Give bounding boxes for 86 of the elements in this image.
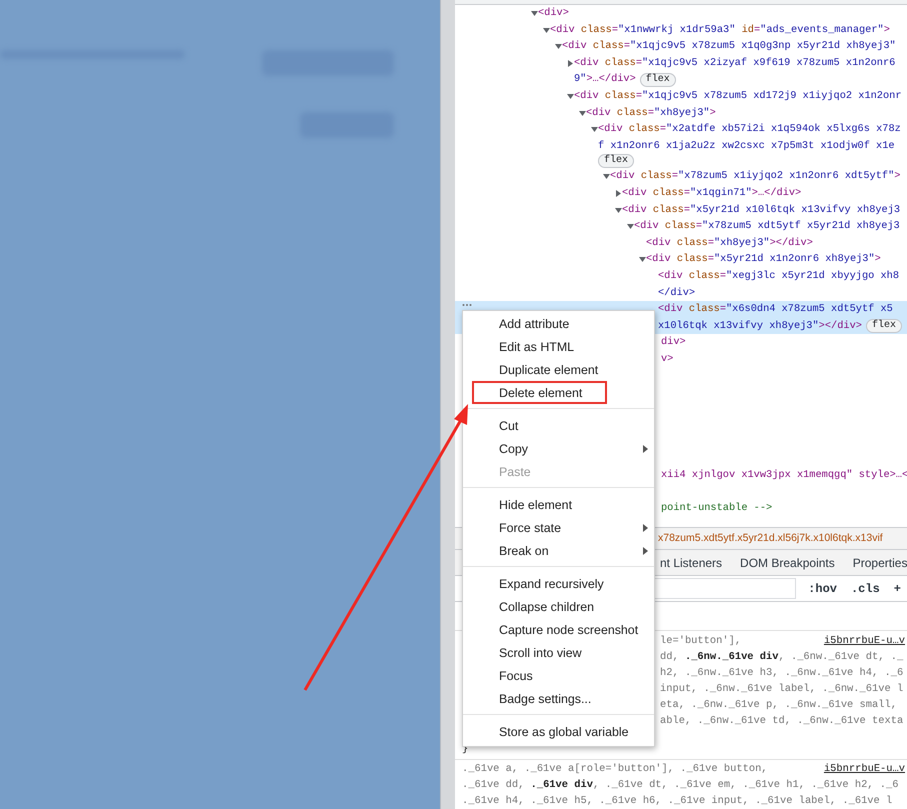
expanded-arrow-icon[interactable] xyxy=(543,26,550,34)
source-link[interactable]: i5bnrrbuE-u…v xyxy=(824,633,905,649)
panel-tab[interactable]: nt Listeners xyxy=(660,552,722,574)
expanded-arrow-icon[interactable] xyxy=(567,92,574,100)
submenu-arrow-icon xyxy=(643,444,648,452)
dom-node[interactable]: <div class="xegj3lc x5yr21d xbyyjgo xh8 </div> xyxy=(455,268,907,302)
submenu-arrow-icon xyxy=(643,546,648,554)
dom-line: x10l6tqk x13vifvy xh8yej3"></div> xyxy=(658,318,862,334)
css-selector-line: ._61ve a, ._61ve a[role='button'], ._61ve button, xyxy=(462,762,768,777)
flex-badge[interactable]: flex xyxy=(866,318,902,333)
dom-node[interactable]: <div class="x5yr21d x10l6tqk x13vifvy xh8yej3 xyxy=(455,202,907,218)
dom-line: <div class="xegj3lc x5yr21d xbyyjgo xh8 xyxy=(658,268,900,284)
dom-line: <div class="x78zum5 x1iyjqo2 x1n2onr6 xdt5ytf"> xyxy=(610,169,900,184)
toolbar-button[interactable]: :hov xyxy=(806,582,839,596)
menu-item[interactable]: Focus xyxy=(463,664,654,687)
dom-line: <div class="x2atdfe xb57i2i x1q594ok x5lxg6s x78z xyxy=(598,122,901,138)
dom-node[interactable]: <div class="x1nwwrkj x1dr59a3" id="ads_events_manager"> xyxy=(455,22,907,38)
panel-tab[interactable]: Properties xyxy=(852,552,907,574)
css-selector-line: h2, ._6nw._61ve h3, ._6nw._61ve h4, ._6 xyxy=(660,666,904,681)
menu-item[interactable]: Collapse children xyxy=(463,595,654,618)
expanded-arrow-icon[interactable] xyxy=(615,206,622,214)
menu-item[interactable]: Copy xyxy=(463,437,654,460)
css-selector-line: able, ._6nw._61ve td, ._6nw._61ve texta xyxy=(660,714,904,729)
source-link[interactable]: i5bnrrbuE-u…v xyxy=(824,761,905,777)
dom-line: 9">…</div> xyxy=(574,72,636,88)
css-selector-line: ._61ve h4, ._61ve h5, ._61ve h6, ._61ve input, ._61ve label, ._61ve l xyxy=(462,794,892,809)
dom-line: <div class="x78zum5 xdt5ytf x5yr21d xh8yej3 xyxy=(634,219,900,234)
css-selector-line: eta, ._6nw._61ve p, ._6nw._61ve small, xyxy=(660,698,897,713)
dom-line: <div class="x5yr21d x10l6tqk x13vifvy xh8yej3 xyxy=(622,202,900,218)
dom-line: <div class="x1qjc9v5 x78zum5 x1q0g3np x5yr21d xh8yej3" xyxy=(562,39,896,54)
menu-item[interactable]: Badge settings... xyxy=(463,687,654,710)
comment-line: point-unstable --> xyxy=(661,502,772,514)
dom-line: <div> xyxy=(538,6,569,21)
dom-line: f x1n2onr6 x1ja2u2z xw2csxc x7p5m3t x1odjw0f x1e xyxy=(598,138,895,154)
expanded-arrow-icon[interactable] xyxy=(579,110,586,117)
menu-item[interactable]: Add attribute xyxy=(463,312,654,335)
css-selector-line: dd, ._6nw._61ve div, ._6nw._61ve dt, ._ xyxy=(660,650,904,665)
menu-item[interactable]: Expand recursively xyxy=(463,572,654,595)
dom-node[interactable]: <div class="x5yr21d x1n2onr6 xh8yej3"> xyxy=(455,251,907,268)
dom-node[interactable]: <div class="x1qjc9v5 x78zum5 xd172j9 x1iyjqo2 x1n2onr xyxy=(455,88,907,105)
menu-item[interactable]: Delete element xyxy=(463,381,654,404)
dom-line: <div class="x6s0dn4 x78zum5 xdt5ytf x5 xyxy=(658,302,893,318)
more-icon[interactable] xyxy=(462,303,472,308)
collapsed-arrow-icon[interactable] xyxy=(567,60,574,67)
menu-item[interactable]: Duplicate element xyxy=(463,358,654,381)
menu-item[interactable]: Scroll into view xyxy=(463,641,654,664)
collapsed-arrow-icon[interactable] xyxy=(615,190,622,197)
dom-line: <div class="x1qjc9v5 x78zum5 xd172j9 x1iyjqo2 x1n2onr xyxy=(574,88,902,104)
dom-line: <div class="x1qgin71">…</div> xyxy=(622,186,802,201)
menu-item[interactable]: Capture node screenshot xyxy=(463,618,654,641)
css-selector-line: le='button'], xyxy=(660,634,742,649)
menu-item[interactable]: Edit as HTML xyxy=(463,335,654,358)
dom-line: div> xyxy=(661,336,686,348)
dom-line: v> xyxy=(661,352,674,365)
dom-line: <div class="x5yr21d x1n2onr6 xh8yej3"> xyxy=(646,252,881,268)
submenu-arrow-icon xyxy=(643,524,648,532)
dom-node[interactable]: <div class="x2atdfe xb57i2i x1q594ok x5lxg6s x78z f x1n2onr6 x1ja2u2z xw2csxc x7p5m3t x1odjw0f x1e flex xyxy=(455,121,907,168)
dom-node[interactable]: <div class="x78zum5 xdt5ytf x5yr21d xh8yej3 xyxy=(455,218,907,235)
expanded-arrow-icon[interactable] xyxy=(555,43,562,50)
css-selector-line: ._61ve dd, ._61ve div, ._61ve dt, ._61ve em, ._61ve h1, ._61ve h2, ._6 xyxy=(462,778,898,793)
dom-line: <div class="xh8yej3"> xyxy=(586,106,716,121)
dom-node[interactable]: <div class="x1qjc9v5 x2izyaf x9f619 x78zum5 x1n2onr6 9">…</div> flex xyxy=(455,54,907,88)
flex-badge[interactable]: flex xyxy=(640,72,676,87)
dom-node[interactable]: <div class="x1qjc9v5 x78zum5 x1q0g3np x5yr21d xh8yej3" xyxy=(455,38,907,55)
dom-node[interactable]: <div class="x78zum5 x1iyjqo2 x1n2onr6 xdt5ytf"> xyxy=(455,168,907,185)
dom-line: <div class="x1nwwrkj x1dr59a3" id="ads_events_manager"> xyxy=(550,22,890,38)
dom-line: </div> xyxy=(658,286,696,300)
expanded-arrow-icon[interactable] xyxy=(591,126,598,134)
dom-node[interactable]: <div> xyxy=(455,5,907,22)
toolbar-button[interactable]: + xyxy=(892,582,903,596)
dom-node[interactable]: <div class="x1qgin71">…</div> xyxy=(455,184,907,202)
menu-item[interactable]: Hide element xyxy=(463,493,654,516)
dom-node[interactable]: <div class="xh8yej3"> xyxy=(455,104,907,122)
toolbar-button[interactable]: .cls xyxy=(848,582,882,596)
expanded-arrow-icon[interactable] xyxy=(603,173,610,180)
css-selector-line: input, ._6nw._61ve label, ._6nw._61ve l xyxy=(660,682,904,697)
menu-item[interactable]: Cut xyxy=(463,414,654,437)
flex-badge[interactable]: flex xyxy=(598,154,634,168)
dom-node[interactable]: <div class="xh8yej3"></div> xyxy=(455,234,907,252)
dom-line: <div class="x1qjc9v5 x2izyaf x9f619 x78zum5 x1n2onr6 xyxy=(574,56,896,71)
expanded-arrow-icon[interactable] xyxy=(639,256,646,264)
panel-tab[interactable]: DOM Breakpoints xyxy=(740,552,835,574)
expanded-arrow-icon[interactable] xyxy=(627,223,634,230)
dom-line: <div class="xh8yej3"></div> xyxy=(646,236,813,251)
expanded-arrow-icon[interactable] xyxy=(531,10,538,17)
menu-item[interactable]: Store as global variable xyxy=(463,720,654,743)
